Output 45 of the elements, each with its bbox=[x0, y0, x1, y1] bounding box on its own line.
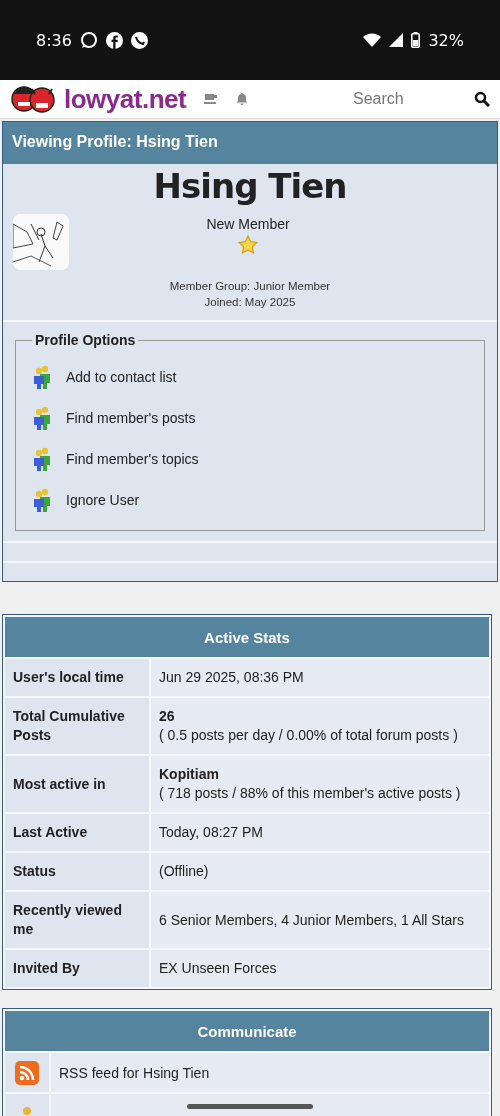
facebook-icon bbox=[105, 31, 123, 49]
bell-icon[interactable] bbox=[236, 93, 249, 105]
chat-bubble-icon bbox=[79, 31, 98, 49]
stat-value: (Offline) bbox=[151, 853, 489, 890]
battery-level: 32% bbox=[428, 30, 464, 50]
people-icon bbox=[32, 446, 52, 471]
stat-label: Status bbox=[5, 853, 149, 890]
member-name: Hsing Tien bbox=[152, 165, 348, 206]
section-header: Communicate bbox=[5, 1011, 489, 1051]
people-icon bbox=[32, 405, 52, 430]
stat-label: Last Active bbox=[5, 814, 149, 851]
signal-icon bbox=[389, 33, 404, 47]
rss-feed-link[interactable]: RSS feed for Hsing Tien bbox=[59, 1064, 210, 1081]
profile-option-link[interactable]: Add to contact list bbox=[66, 368, 177, 385]
section-header: Active Stats bbox=[5, 617, 489, 657]
search-icon[interactable] bbox=[474, 91, 490, 107]
stat-label: Total Cumulative Posts bbox=[5, 698, 149, 754]
stat-label: Invited By bbox=[5, 950, 149, 987]
star-icon bbox=[238, 235, 258, 255]
member-rank: New Member bbox=[206, 216, 290, 232]
clock: 8:36 bbox=[36, 30, 72, 50]
wifi-icon bbox=[363, 33, 382, 47]
stat-label: Recently viewed me bbox=[5, 892, 149, 948]
profile-option-link[interactable]: Find member's topics bbox=[66, 450, 199, 467]
stat-value: 26 ( 0.5 posts per day / 0.00% of total forum posts ) bbox=[151, 698, 489, 754]
stat-value: Today, 08:27 PM bbox=[151, 814, 489, 851]
battery-icon bbox=[411, 32, 421, 48]
stat-value: 6 Senior Members, 4 Junior Members, 1 All Stars bbox=[151, 892, 489, 948]
devil-mascot-icon bbox=[10, 84, 56, 114]
site-logo[interactable]: lowyat.net bbox=[64, 83, 187, 115]
stat-label: Most active in bbox=[5, 756, 149, 812]
people-icon bbox=[32, 487, 52, 512]
people-icon bbox=[32, 364, 52, 389]
panel-title: Viewing Profile: Hsing Tien bbox=[3, 122, 497, 164]
member-group: Member Group: Junior Member bbox=[169, 280, 331, 292]
rss-icon[interactable] bbox=[15, 1060, 39, 1085]
stat-value: Kopitiam ( 718 posts / 88% of this member's active posts ) bbox=[151, 756, 489, 812]
stat-label: User's local time bbox=[5, 659, 149, 696]
join-date: Joined: May 2025 bbox=[204, 296, 296, 308]
profile-option-link[interactable]: Find member's posts bbox=[66, 409, 196, 426]
stat-value: EX Unseen Forces bbox=[151, 950, 489, 987]
profile-option-link[interactable]: Ignore User bbox=[66, 491, 140, 508]
fieldset-legend: Profile Options bbox=[32, 332, 139, 348]
stat-value: Jun 29 2025, 08:36 PM bbox=[151, 659, 489, 696]
search-field[interactable]: Search bbox=[353, 90, 466, 108]
